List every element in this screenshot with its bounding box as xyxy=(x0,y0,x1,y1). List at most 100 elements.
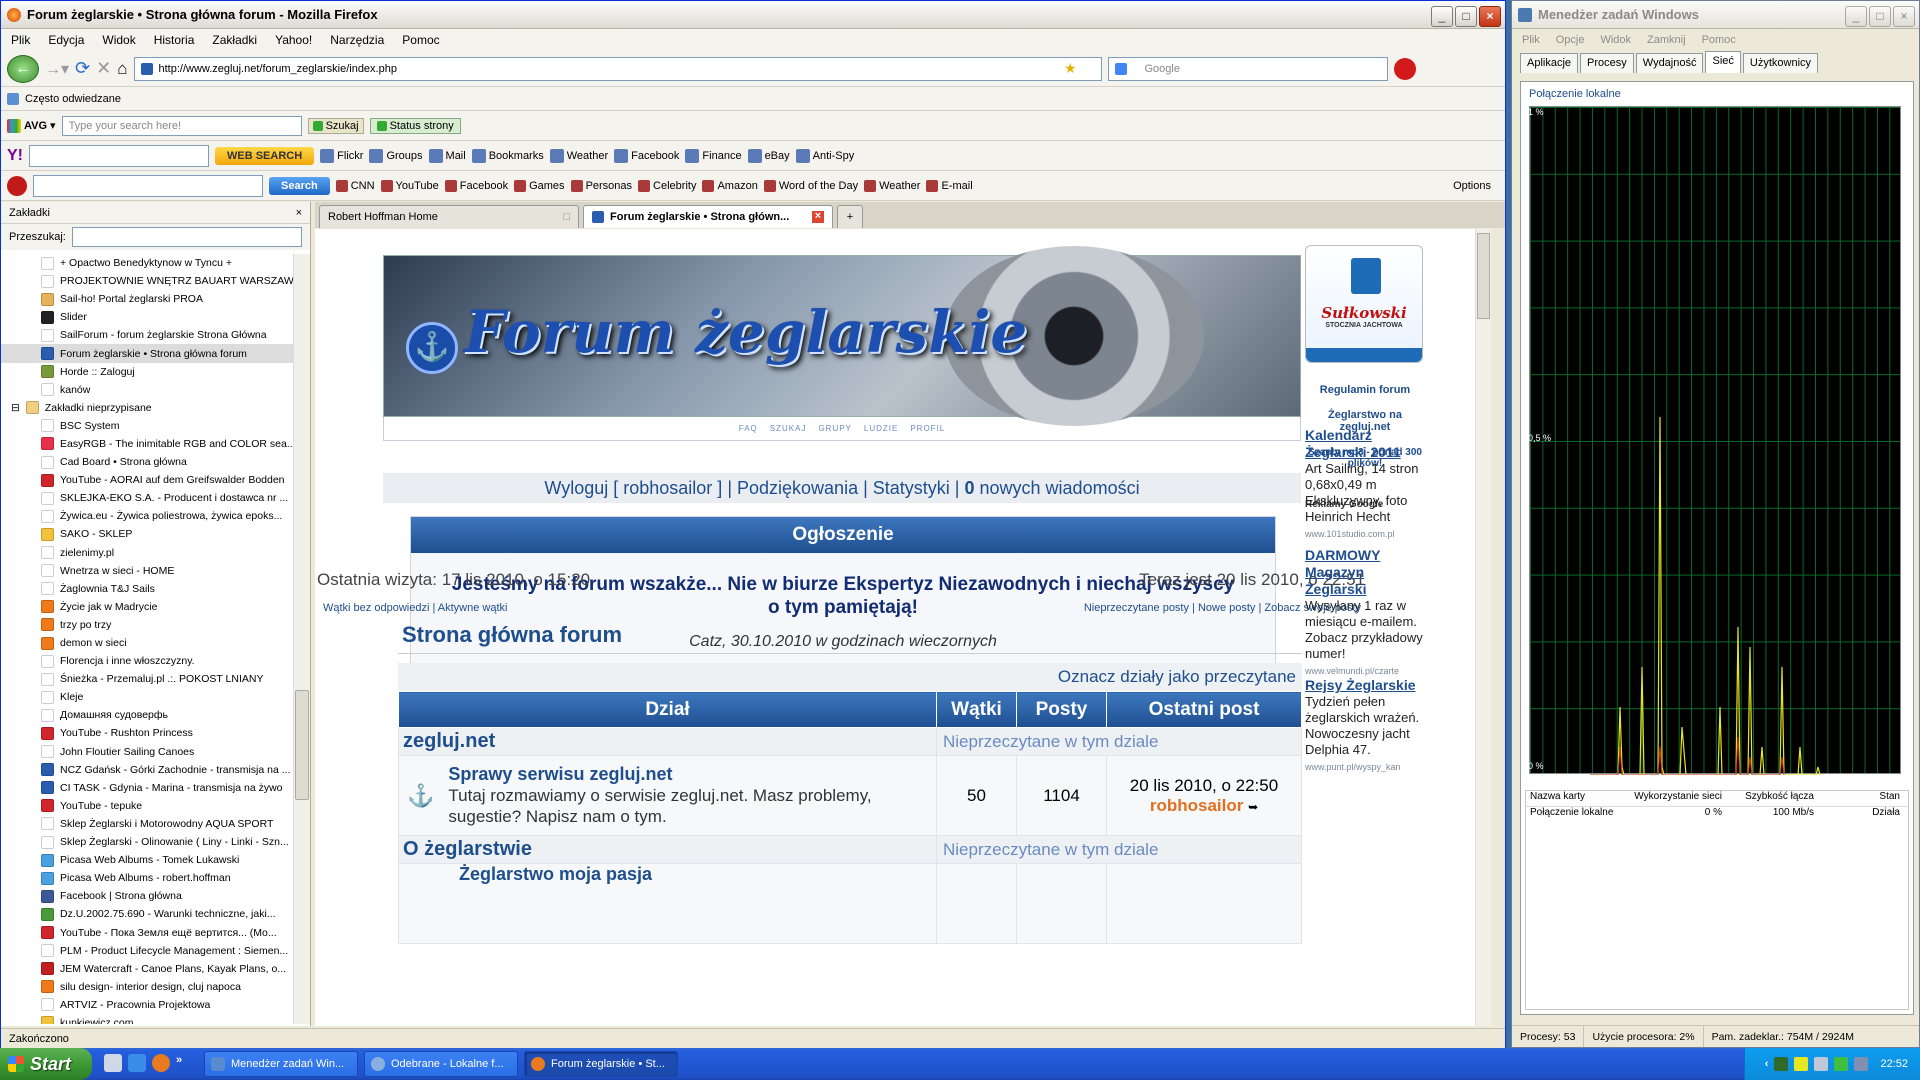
taskmgr-menu-item[interactable]: Opcje xyxy=(1556,34,1585,46)
bookmark-item[interactable]: John Floutier Sailing Canoes xyxy=(1,743,293,761)
tray-monitor-icon[interactable] xyxy=(1854,1057,1869,1071)
most-visited-link[interactable]: Często odwiedzane xyxy=(25,93,121,105)
stats-link[interactable]: Statystyki xyxy=(873,478,950,499)
avg-status-button[interactable]: Status strony xyxy=(369,117,461,134)
ask-logo[interactable] xyxy=(7,175,27,196)
ad-title-link[interactable]: Kalendarz Żeglarski 2011 xyxy=(1305,427,1401,460)
navlink-1[interactable]: SZUKAJ xyxy=(770,424,807,433)
bookmark-item[interactable]: Żywica.eu - Żywica poliestrowa, żywica e… xyxy=(1,507,293,525)
tray-avg-icon[interactable] xyxy=(1794,1057,1809,1071)
bookmark-item[interactable]: zielenimy.pl xyxy=(1,544,293,562)
show-desktop-icon[interactable] xyxy=(104,1054,122,1072)
bookmark-item[interactable]: silu design- interior design, cluj napoc… xyxy=(1,978,293,996)
ad-title-link[interactable]: DARMOWY Magazyn Żeglarski xyxy=(1305,547,1380,597)
ask-item-8[interactable]: Weather xyxy=(864,179,920,192)
bookmark-item[interactable]: YouTube - tepuke xyxy=(1,797,293,815)
bookmark-item[interactable]: Cad Board • Strona główna xyxy=(1,453,293,471)
bookmark-item[interactable]: Домашняя судоверфь xyxy=(1,706,293,724)
topics-links[interactable]: Wątki bez odpowiedzi | Aktywne wątki xyxy=(323,602,507,614)
bookmark-item[interactable]: Picasa Web Albums - robert.hoffman xyxy=(1,869,293,887)
menu-item-6[interactable]: Narzędzia xyxy=(330,33,384,47)
category-name[interactable]: zegluj.net xyxy=(398,727,937,756)
tray-taskmgr-icon[interactable] xyxy=(1834,1057,1849,1071)
logout-link[interactable]: Wyloguj [ robhosailor ] xyxy=(544,478,722,499)
taskbar-firefox[interactable]: Forum żeglarskie • St... xyxy=(524,1051,678,1077)
ask-item-0[interactable]: CNN xyxy=(335,179,375,192)
start-button[interactable]: Start xyxy=(0,1048,92,1080)
avg-logo[interactable]: AVG ▾ xyxy=(7,118,56,133)
menu-item-3[interactable]: Historia xyxy=(154,33,195,47)
taskmgr-tab-1[interactable]: Procesy xyxy=(1580,53,1634,73)
yahoo-item-8[interactable]: Anti-Spy xyxy=(795,148,854,163)
yahoo-web-search-button[interactable]: WEB SEARCH xyxy=(215,146,315,165)
bookmark-item[interactable]: Wnetrza w sieci - HOME xyxy=(1,562,293,580)
menu-item-1[interactable]: Edycja xyxy=(48,33,84,47)
home-icon[interactable]: ⌂ xyxy=(117,59,127,79)
taskmgr-menu-item[interactable]: Pomoc xyxy=(1702,34,1736,46)
taskmgr-menu-item[interactable]: Widok xyxy=(1600,34,1631,46)
yahoo-item-2[interactable]: Mail xyxy=(428,148,466,163)
taskmgr-minimize-button[interactable]: _ xyxy=(1845,6,1867,27)
bookmark-item[interactable]: YouTube - Rushton Princess xyxy=(1,724,293,742)
yahoo-item-3[interactable]: Bookmarks xyxy=(471,148,544,163)
forum-title[interactable]: Strona główna forum xyxy=(398,616,1302,654)
bookmark-item[interactable]: + Opactwo Benedyktynow w Tyncu + xyxy=(1,254,293,272)
forum-banner[interactable]: ⚓ Forum żeglarskie xyxy=(383,246,1301,426)
col-state[interactable]: Stan xyxy=(1818,791,1904,806)
bookmark-item[interactable]: Żaglownia T&J Sails xyxy=(1,580,293,598)
bookmark-item[interactable]: kanów xyxy=(1,381,293,399)
navlink-4[interactable]: PROFIL xyxy=(910,424,945,433)
content-scrollbar[interactable] xyxy=(1475,229,1491,1026)
rules-link[interactable]: Regulamin forum xyxy=(1305,384,1425,396)
maximize-button[interactable]: □ xyxy=(1455,6,1477,27)
stop-icon[interactable]: ✕ xyxy=(96,58,111,79)
sponsor-logo[interactable]: Sułkowski STOCZNIA JACHTOWA xyxy=(1305,245,1423,363)
ask-item-4[interactable]: Personas xyxy=(570,179,632,192)
ask-item-5[interactable]: Celebrity xyxy=(638,179,696,192)
menu-item-5[interactable]: Yahoo! xyxy=(275,33,312,47)
bookmark-item[interactable]: NCZ Gdańsk - Górki Zachodnie - transmisj… xyxy=(1,761,293,779)
bookmark-item[interactable]: CI TASK - Gdynia - Marina - transmisja n… xyxy=(1,779,293,797)
taskmgr-tab-4[interactable]: Użytkownicy xyxy=(1742,53,1819,73)
menu-item-0[interactable]: Plik xyxy=(11,33,30,47)
bookmark-item[interactable]: trzy po trzy xyxy=(1,616,293,634)
ask-item-3[interactable]: Games xyxy=(514,179,565,192)
folder-toggle-icon[interactable]: ⊟ xyxy=(11,402,20,414)
bookmark-item[interactable]: demon w sieci xyxy=(1,634,293,652)
col-link-speed[interactable]: Szybkość łącza xyxy=(1726,791,1818,806)
messages-link[interactable]: 0 nowych wiadomości xyxy=(964,478,1139,499)
ask-item-6[interactable]: Amazon xyxy=(702,179,758,192)
navlink-0[interactable]: FAQ xyxy=(739,424,758,433)
bookmark-item[interactable]: Sklep Żeglarski - Olinowanie ( Liny - Li… xyxy=(1,833,293,851)
ie-icon[interactable] xyxy=(128,1054,146,1072)
ask-item-2[interactable]: Facebook xyxy=(444,179,508,192)
reload-icon[interactable]: ⟳ xyxy=(75,58,90,79)
bookmark-item[interactable]: SAKO - SKLEP xyxy=(1,525,293,543)
bookmark-item[interactable]: Życie jak w Madrycie xyxy=(1,598,293,616)
navlink-2[interactable]: GRUPY xyxy=(818,424,851,433)
ask-search-button[interactable]: Search xyxy=(269,176,330,195)
bookmark-item[interactable]: JEM Watercraft - Canoe Plans, Kayak Plan… xyxy=(1,960,293,978)
category-name[interactable]: O żeglarstwie xyxy=(398,835,937,864)
ask-options-button[interactable]: Options xyxy=(1453,180,1491,192)
taskbar-thunderbird[interactable]: Odebrane - Lokalne f... xyxy=(364,1051,518,1077)
taskbar-taskmgr[interactable]: Menedżer zadań Win... xyxy=(204,1051,358,1077)
bookmark-item[interactable]: Śnieżka - Przemaluj.pl .:. POKOST LNIANY xyxy=(1,670,293,688)
bookmark-item[interactable]: BSC System xyxy=(1,417,293,435)
quick-launch-more-icon[interactable]: » xyxy=(176,1054,182,1072)
adapter-row[interactable]: Połączenie lokalne 0 % 100 Mb/s Działa xyxy=(1526,807,1908,823)
category-unread-link[interactable]: Nieprzeczytane w tym dziale xyxy=(936,727,1302,756)
thanks-link[interactable]: Podziękowania xyxy=(737,478,858,499)
taskmgr-maximize-button[interactable]: □ xyxy=(1869,6,1891,27)
bookmark-item[interactable]: kunkiewicz.com xyxy=(1,1014,293,1024)
bookmark-item[interactable]: Dz.U.2002.75.690 - Warunki techniczne, j… xyxy=(1,905,293,923)
search-input[interactable]: Google xyxy=(1107,56,1388,81)
yahoo-logo[interactable]: Y! xyxy=(7,147,23,165)
mark-read-link[interactable]: Oznacz działy jako przeczytane xyxy=(398,663,1302,691)
bookmark-item[interactable]: YouTube - AORAI auf dem Greifswalder Bod… xyxy=(1,471,293,489)
ad-url[interactable]: www.punt.pl/wyspy_kan xyxy=(1305,762,1401,772)
ad-url[interactable]: www.101studio.com.pl xyxy=(1305,529,1395,539)
firefox-launch-icon[interactable] xyxy=(152,1054,170,1072)
avg-search-input[interactable]: Type your search here! xyxy=(61,115,302,136)
col-network-usage[interactable]: Wykorzystanie sieci xyxy=(1620,791,1726,806)
